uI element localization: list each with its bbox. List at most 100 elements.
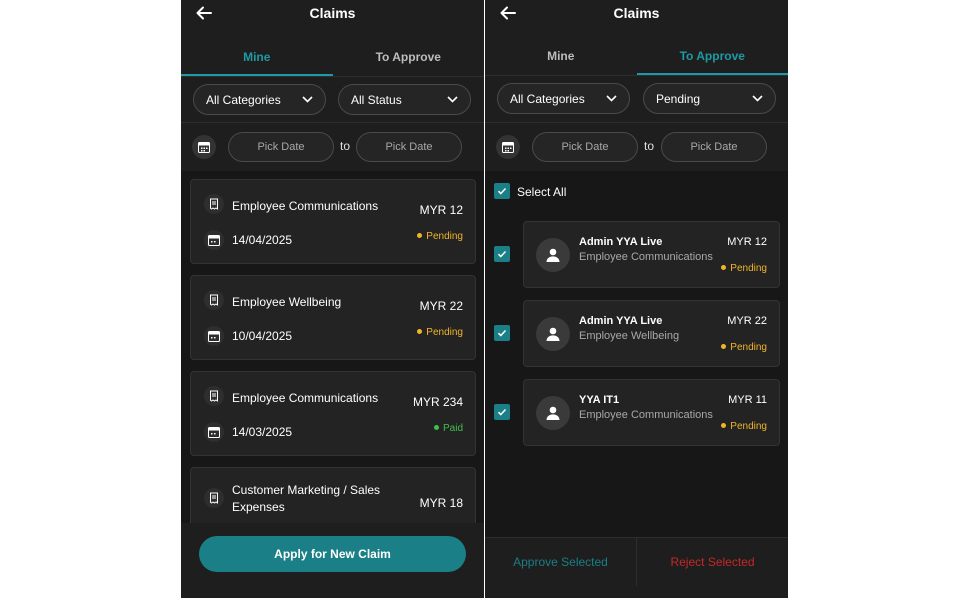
claim-amount: MYR 12	[419, 203, 463, 217]
calendar-button[interactable]	[496, 135, 520, 159]
date-from-input[interactable]: Pick Date	[532, 132, 638, 162]
user-icon	[546, 327, 560, 341]
approval-card[interactable]: Admin YYA Live Employee Communications M…	[523, 221, 780, 288]
status-text: Pending	[730, 342, 767, 353]
requester-name: Admin YYA Live	[579, 236, 663, 248]
category-filter-value: All Categories	[510, 92, 585, 106]
status-text: Pending	[730, 263, 767, 274]
approve-selected-button[interactable]: Approve Selected	[485, 538, 637, 586]
claim-amount: MYR 11	[728, 394, 767, 406]
checkmark-icon	[497, 329, 507, 337]
status-filter-value: All Status	[351, 93, 402, 107]
claim-category: Employee Communications	[579, 251, 713, 263]
calendar-icon	[204, 230, 224, 250]
date-range-separator: to	[644, 139, 655, 153]
checkmark-icon	[497, 187, 507, 195]
avatar	[536, 396, 570, 430]
chevron-down-icon	[752, 95, 763, 102]
reject-selected-button[interactable]: Reject Selected	[637, 538, 788, 586]
checkmark-icon	[497, 250, 507, 258]
status-badge: Pending	[721, 263, 767, 274]
app-header: Claims	[485, 0, 788, 26]
receipt-icon	[204, 488, 224, 508]
tab-to-approve[interactable]: To Approve	[636, 39, 788, 75]
claim-amount: MYR 22	[727, 315, 767, 327]
claim-card[interactable]: Employee Wellbeing MYR 22 10/04/2025 Pen…	[190, 275, 476, 360]
status-filter-select[interactable]: All Status	[338, 84, 471, 115]
status-text: Pending	[730, 421, 767, 432]
claim-category: Employee Communications	[232, 199, 379, 213]
filter-row: All Categories All Status	[181, 84, 484, 116]
tab-bar: Mine To Approve	[181, 40, 484, 77]
claim-card[interactable]: Employee Communications MYR 12 14/04/202…	[190, 179, 476, 264]
date-range-row: Pick Date to Pick Date	[485, 132, 788, 162]
claim-amount: MYR 12	[727, 236, 767, 248]
avatar	[536, 317, 570, 351]
claim-amount: MYR 22	[419, 299, 463, 313]
receipt-icon	[204, 194, 224, 214]
claims-list: Employee Communications MYR 12 14/04/202…	[181, 171, 484, 523]
claims-screen-mine: Claims Mine To Approve All Categories Al…	[181, 0, 484, 598]
claim-amount: MYR 234	[412, 395, 463, 409]
checkmark-icon	[497, 408, 507, 416]
status-badge: Pending	[417, 231, 463, 242]
page-title: Claims	[309, 5, 356, 21]
claim-category: Employee Wellbeing	[232, 295, 342, 309]
page-title: Claims	[613, 5, 660, 21]
status-badge: Pending	[417, 327, 463, 338]
status-filter-value: Pending	[656, 92, 701, 106]
select-all-checkbox[interactable]	[494, 183, 510, 199]
status-text: Pending	[426, 231, 463, 242]
avatar	[536, 238, 570, 272]
status-badge: Paid	[433, 423, 463, 434]
receipt-icon	[204, 386, 224, 406]
chevron-down-icon	[606, 95, 617, 102]
divider	[485, 122, 788, 123]
calendar-icon	[502, 142, 514, 153]
filter-row: All Categories Pending	[485, 83, 788, 115]
status-filter-select[interactable]: Pending	[643, 83, 776, 114]
row-checkbox[interactable]	[494, 325, 510, 341]
status-text: Pending	[426, 327, 463, 338]
claim-category: Customer Marketing / Sales Expenses	[232, 483, 381, 514]
bottom-bar: Apply for New Claim	[181, 523, 484, 598]
row-checkbox[interactable]	[494, 404, 510, 420]
chevron-down-icon	[447, 96, 458, 103]
calendar-icon	[204, 326, 224, 346]
calendar-icon	[198, 142, 210, 153]
status-text: Paid	[442, 423, 463, 434]
chevron-down-icon	[302, 96, 313, 103]
row-checkbox[interactable]	[494, 246, 510, 262]
apply-new-claim-button[interactable]: Apply for New Claim	[199, 536, 466, 572]
claim-category: Employee Communications	[579, 409, 713, 421]
requester-name: YYA IT1	[579, 394, 620, 406]
tab-to-approve[interactable]: To Approve	[333, 40, 485, 76]
calendar-icon	[204, 422, 224, 442]
calendar-button[interactable]	[192, 135, 216, 159]
approval-card[interactable]: YYA IT1 Employee Communications MYR 11 P…	[523, 379, 780, 446]
claim-category: Employee Communications	[232, 391, 379, 405]
claim-date: 10/04/2025	[232, 329, 293, 343]
approval-list: Select All Admin YYA Live Employee Commu…	[485, 171, 788, 537]
receipt-icon	[204, 290, 224, 310]
claim-card[interactable]: Employee Communications MYR 234 14/03/20…	[190, 371, 476, 456]
select-all-label: Select All	[517, 185, 567, 199]
tab-mine[interactable]: Mine	[485, 39, 637, 75]
claim-date: 14/03/2025	[232, 425, 293, 439]
date-from-input[interactable]: Pick Date	[228, 132, 334, 162]
tab-mine[interactable]: Mine	[181, 40, 333, 76]
requester-name: Admin YYA Live	[579, 315, 663, 327]
date-to-input[interactable]: Pick Date	[356, 132, 462, 162]
category-filter-select[interactable]: All Categories	[497, 83, 630, 114]
date-range-separator: to	[340, 139, 351, 153]
action-bar: Approve Selected Reject Selected	[485, 537, 788, 598]
app-header: Claims	[181, 0, 484, 26]
category-filter-select[interactable]: All Categories	[193, 84, 326, 115]
claim-category: Employee Wellbeing	[579, 330, 680, 342]
approval-card[interactable]: Admin YYA Live Employee Wellbeing MYR 22…	[523, 300, 780, 367]
claims-screen-to-approve: Claims Mine To Approve All Categories Pe…	[485, 0, 788, 598]
user-icon	[546, 248, 560, 262]
status-badge: Pending	[721, 421, 767, 432]
date-to-input[interactable]: Pick Date	[661, 132, 767, 162]
claim-card[interactable]: Customer Marketing / Sales Expenses MYR …	[190, 467, 476, 523]
